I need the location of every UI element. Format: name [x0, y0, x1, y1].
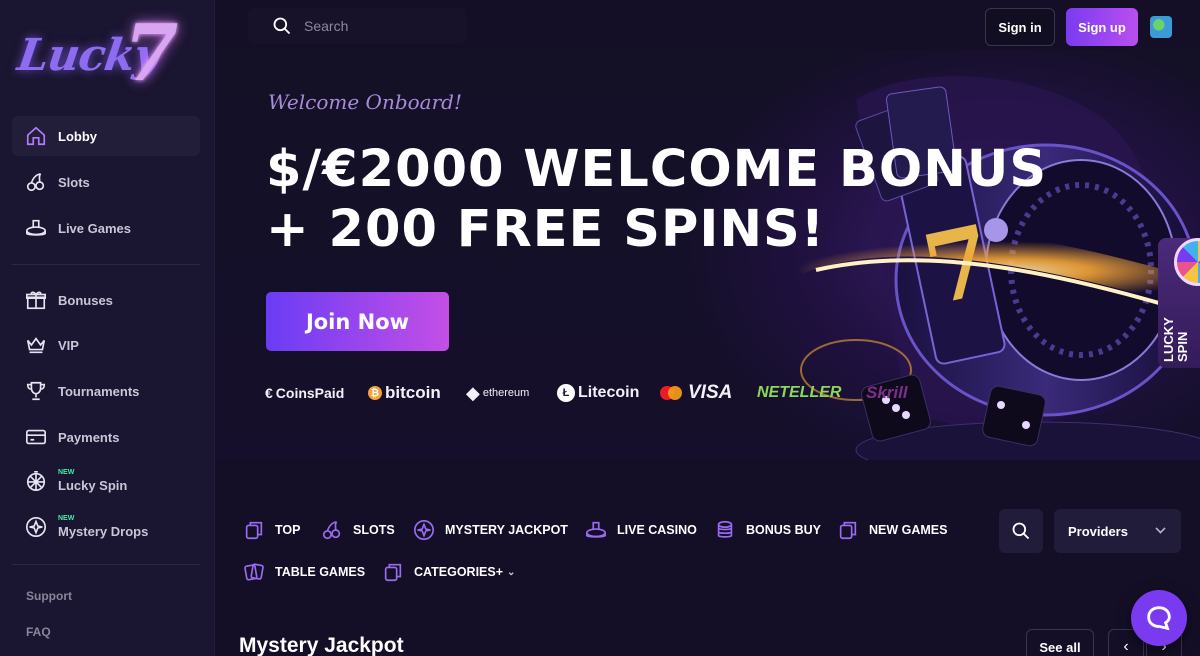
cherries-icon — [322, 520, 341, 540]
game-search-button[interactable] — [999, 509, 1043, 553]
sidebar: Lucky 7 Lobby Slots Live Games Bonuses V… — [0, 0, 215, 656]
category-live-casino[interactable]: LIVE CASINO — [585, 519, 697, 541]
globe-flag-icon[interactable] — [1150, 16, 1172, 38]
lucky-spin-tab-label: LUCKY SPIN — [1161, 317, 1190, 362]
sidebar-item-label: Lucky Spin — [58, 477, 128, 493]
join-now-button[interactable]: Join Now — [266, 292, 449, 351]
promo-headline-line1: $/€2000 WELCOME BONUS — [266, 140, 1048, 199]
logo-seven: 7 — [124, 8, 179, 99]
category-new-games[interactable]: NEW GAMES — [837, 519, 947, 541]
sidebar-item-live-games[interactable]: Live Games — [12, 208, 200, 248]
mystery-icon — [24, 515, 48, 539]
cards-icon — [384, 563, 402, 582]
search-icon — [1012, 522, 1030, 540]
category-slots[interactable]: SLOTS — [321, 519, 395, 541]
sidebar-item-payments[interactable]: Payments — [12, 417, 200, 457]
new-badge: NEW — [58, 469, 75, 476]
card-table-icon — [24, 216, 48, 240]
wheel-icon — [24, 469, 48, 493]
cherries-icon — [24, 170, 48, 194]
category-bonus-buy[interactable]: BONUS BUY — [714, 519, 821, 541]
live-chat-button[interactable] — [1131, 590, 1187, 646]
promo-headline: $/€2000 WELCOME BONUS + 200 FREE SPINS! — [266, 140, 1047, 260]
sidebar-item-vip[interactable]: VIP — [12, 325, 200, 365]
chips-icon — [717, 520, 733, 538]
credit-card-icon — [24, 425, 48, 449]
visa-mastercard-logo: VISA — [660, 380, 732, 406]
prize-wheel-icon — [1174, 238, 1200, 286]
card-table-icon — [586, 521, 606, 538]
chevron-left-icon: ‹ — [1123, 638, 1129, 655]
sidebar-item-label: Bonuses — [58, 292, 113, 308]
sidebar-item-label: Mystery Drops — [58, 523, 149, 539]
sidebar-item-label: Slots — [58, 174, 90, 190]
sidebar-item-tournaments[interactable]: Tournaments — [12, 371, 200, 411]
sign-in-button[interactable]: Sign in — [985, 8, 1055, 46]
sidebar-item-slots[interactable]: Slots — [12, 162, 200, 202]
sign-up-button[interactable]: Sign up — [1066, 8, 1138, 46]
sidebar-item-mystery-drops[interactable]: NEW Mystery Drops — [12, 507, 200, 547]
ethereum-icon: ◆ — [466, 382, 480, 403]
sidebar-item-lobby[interactable]: Lobby — [12, 116, 200, 156]
bitcoin-icon: ₿ — [368, 386, 382, 400]
litecoin-icon: Ł — [557, 384, 575, 402]
search-input[interactable] — [304, 18, 454, 34]
gift-icon — [24, 288, 48, 312]
promo-headline-line2: + 200 FREE SPINS! — [266, 200, 825, 259]
bitcoin-logo: ₿ bitcoin — [368, 380, 441, 406]
lucky7-logo[interactable]: Lucky 7 — [14, 8, 196, 99]
providers-dropdown[interactable]: Providers — [1054, 509, 1181, 553]
sidebar-item-label: VIP — [58, 337, 79, 353]
providers-label: Providers — [1068, 523, 1128, 539]
chevron-down-icon: ⌄ — [507, 566, 516, 578]
faq-link[interactable]: FAQ — [26, 625, 51, 639]
sidebar-item-bonuses[interactable]: Bonuses — [12, 280, 200, 320]
coinspaid-logo: € CoinsPaid — [265, 385, 345, 401]
support-link[interactable]: Support — [26, 589, 72, 603]
sidebar-divider — [12, 564, 200, 565]
section-title: Mystery Jackpot — [239, 634, 404, 656]
star-badge-icon — [414, 520, 434, 540]
chat-icon — [1147, 606, 1171, 631]
trophy-icon — [24, 379, 48, 403]
litecoin-logo: Ł Litecoin — [557, 380, 639, 406]
search-icon — [273, 17, 291, 35]
category-mystery-jackpot[interactable]: MYSTERY JACKPOT — [413, 519, 568, 541]
category-table-games[interactable]: TABLE GAMES — [243, 561, 365, 583]
see-all-button[interactable]: See all — [1026, 629, 1094, 656]
ethereum-logo: ◆ ethereum — [466, 382, 530, 403]
sidebar-item-label: Live Games — [58, 220, 131, 236]
category-top[interactable]: TOP — [243, 519, 300, 541]
cards-icon — [839, 521, 857, 540]
neteller-logo: NETELLER — [757, 384, 842, 401]
sidebar-divider — [12, 264, 200, 265]
coinspaid-icon: € — [265, 385, 273, 401]
cards-icon — [245, 521, 263, 540]
slot-machine-illustration: 7 — [796, 76, 1200, 460]
home-icon — [24, 124, 48, 148]
sidebar-item-label: Tournaments — [58, 383, 140, 399]
playing-cards-icon — [244, 563, 264, 581]
sidebar-item-lucky-spin[interactable]: NEW Lucky Spin — [12, 461, 200, 501]
search-box[interactable] — [248, 8, 466, 44]
new-badge: NEW — [58, 515, 75, 522]
welcome-text: Welcome Onboard! — [268, 90, 463, 114]
category-more-dropdown[interactable]: CATEGORIES+ ⌄ — [382, 561, 515, 583]
sidebar-item-label: Payments — [58, 429, 120, 445]
skrill-logo: Skrill — [866, 383, 908, 402]
chevron-down-icon — [1155, 523, 1166, 534]
lucky-spin-side-tab[interactable]: LUCKY SPIN — [1158, 238, 1200, 368]
crown-icon — [24, 333, 48, 357]
sidebar-item-label: Lobby — [58, 128, 97, 144]
